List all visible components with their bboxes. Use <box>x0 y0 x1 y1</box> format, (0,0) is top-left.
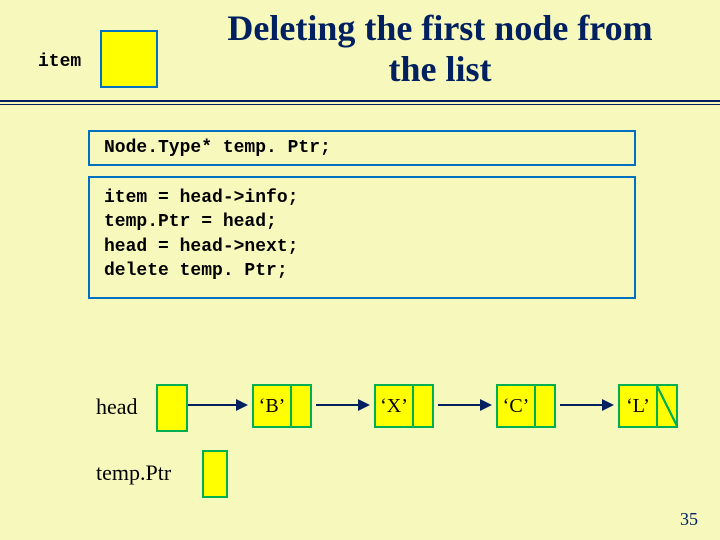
node-x-value: ‘X’ <box>374 384 414 428</box>
node-b: ‘B’ <box>252 384 312 428</box>
node-b-value: ‘B’ <box>252 384 292 428</box>
code-line-4: delete temp. Ptr; <box>104 259 620 283</box>
arrow-x-to-c <box>438 404 490 406</box>
node-c: ‘C’ <box>496 384 556 428</box>
tempptr-label: temp.Ptr <box>96 460 171 486</box>
code-listing: Node.Type* temp. Ptr; item = head->info;… <box>88 130 636 299</box>
head-label: head <box>96 394 138 420</box>
code-declaration: Node.Type* temp. Ptr; <box>88 130 636 166</box>
tempptr-box <box>202 450 228 498</box>
node-b-next <box>292 384 312 428</box>
code-line-3: head = head->next; <box>104 235 620 259</box>
item-label: item <box>38 52 81 72</box>
arrow-b-to-x <box>316 404 368 406</box>
node-c-value: ‘C’ <box>496 384 536 428</box>
code-line-2: temp.Ptr = head; <box>104 210 620 234</box>
code-line-1: item = head->info; <box>104 186 620 210</box>
node-l-next-null <box>658 384 678 428</box>
page-number: 35 <box>680 509 698 530</box>
node-l: ‘L’ <box>618 384 678 428</box>
item-value-box <box>100 30 158 88</box>
title-line-1: Deleting the first node from <box>227 8 652 48</box>
node-c-next <box>536 384 556 428</box>
arrow-head-to-b <box>188 404 246 406</box>
node-x: ‘X’ <box>374 384 434 428</box>
node-l-value: ‘L’ <box>618 384 658 428</box>
title-underline-1 <box>0 100 720 102</box>
head-pointer-box <box>156 384 188 432</box>
linked-list-diagram: head ‘B’ ‘X’ ‘C’ ‘L’ <box>96 380 690 440</box>
arrow-c-to-l <box>560 404 612 406</box>
node-x-next <box>414 384 434 428</box>
title-line-2: the list <box>389 49 492 89</box>
code-body: item = head->info; temp.Ptr = head; head… <box>88 176 636 299</box>
title-underline-2 <box>0 104 720 105</box>
slide-title: Deleting the first node from the list <box>160 8 720 91</box>
